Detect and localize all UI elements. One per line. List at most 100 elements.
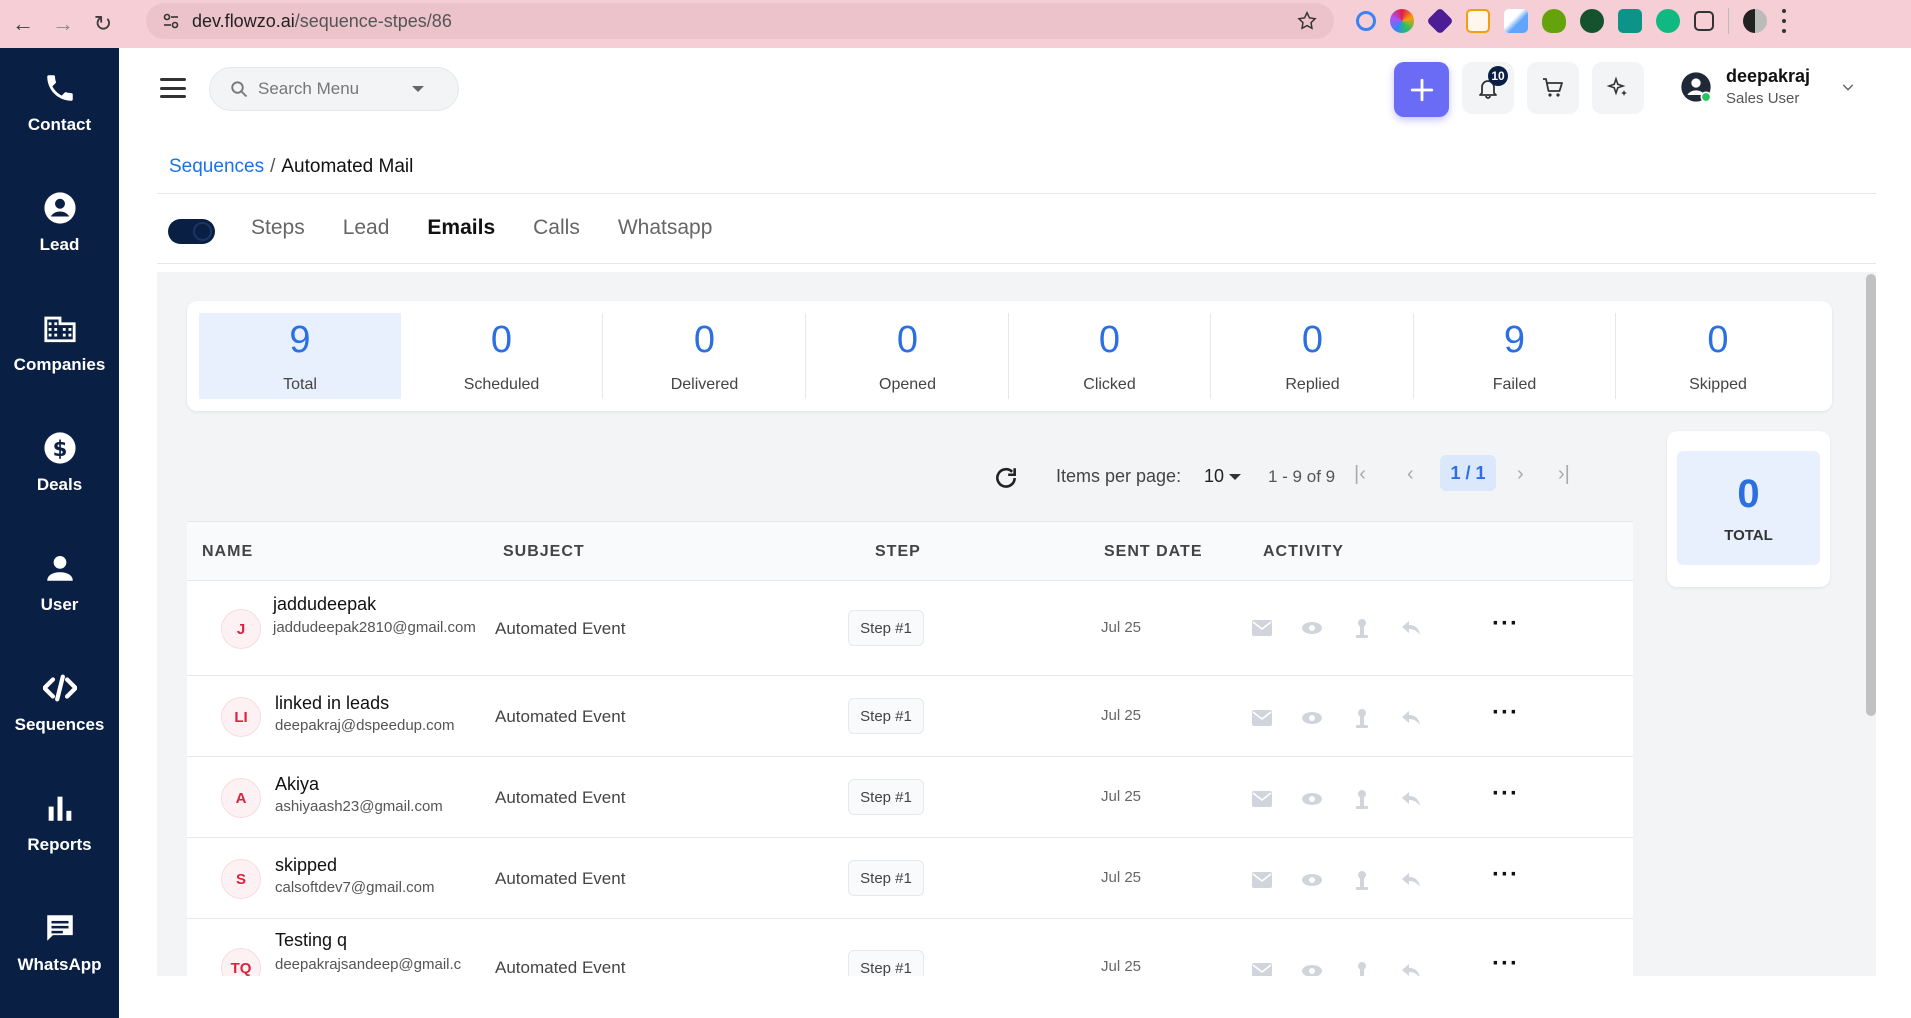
avatar: TQ — [221, 948, 261, 976]
user-menu[interactable]: deepakraj Sales User — [1680, 66, 1856, 107]
menu-toggle-icon[interactable] — [160, 78, 186, 98]
click-icon — [1351, 788, 1373, 810]
breadcrumb-sequences-link[interactable]: Sequences — [169, 156, 264, 177]
more-options-icon[interactable]: ··· — [1492, 699, 1519, 727]
sidebar-item-user[interactable]: User — [0, 528, 119, 638]
search-icon — [231, 81, 248, 98]
subject: Automated Event — [495, 869, 626, 888]
sidebar-item-sequences[interactable]: Sequences — [0, 648, 119, 758]
sidebar-item-whatsapp[interactable]: WhatsApp — [0, 888, 119, 998]
stat-value: 0 — [693, 318, 716, 361]
table-row[interactable]: S skipped calsoftdev7@gmail.com Automate… — [187, 839, 1633, 919]
contact-email: calsoftdev7@gmail.com — [275, 879, 435, 896]
search-menu[interactable] — [209, 67, 459, 111]
extension-7-icon[interactable] — [1580, 9, 1604, 33]
extension-1-icon[interactable] — [1356, 11, 1376, 31]
extension-8-icon[interactable] — [1618, 9, 1642, 33]
tab-steps[interactable]: Steps — [251, 216, 305, 240]
scrollbar[interactable] — [1866, 274, 1876, 716]
more-options-icon[interactable]: ··· — [1492, 950, 1519, 976]
prev-page-icon[interactable]: ‹ — [1407, 463, 1414, 486]
extension-9-icon[interactable] — [1656, 9, 1680, 33]
more-options-icon[interactable]: ··· — [1492, 610, 1519, 638]
next-page-icon[interactable]: › — [1517, 463, 1524, 486]
reply-icon — [1400, 960, 1422, 976]
sidebar-item-deals[interactable]: $ Deals — [0, 408, 119, 518]
tab-whatsapp[interactable]: Whatsapp — [618, 216, 713, 240]
bookmark-star-icon[interactable] — [1296, 10, 1318, 37]
tab-calls[interactable]: Calls — [533, 216, 580, 240]
stat-total[interactable]: 9 Total — [199, 313, 401, 399]
extension-4-icon[interactable] — [1466, 9, 1490, 33]
items-per-page-select[interactable]: 10 — [1204, 466, 1224, 487]
click-icon — [1351, 707, 1373, 729]
avatar: J — [221, 609, 261, 649]
chevron-down-icon[interactable] — [412, 86, 424, 92]
sidebar-label: Companies — [13, 355, 106, 374]
sidebar-label: WhatsApp — [17, 955, 102, 974]
sent-date: Jul 25 — [1101, 788, 1142, 805]
stat-failed[interactable]: 9 Failed — [1414, 313, 1616, 399]
sidebar-item-companies[interactable]: Companies — [0, 288, 119, 398]
stat-scheduled[interactable]: 0 Scheduled — [401, 313, 603, 399]
caret-down-icon[interactable] — [1229, 474, 1241, 480]
table-row[interactable]: TQ Testing q deepakrajsandeep@gmail.c Au… — [187, 920, 1633, 976]
tab-lead[interactable]: Lead — [343, 216, 390, 240]
eye-icon — [1301, 960, 1323, 976]
extension-6-icon[interactable] — [1542, 9, 1566, 33]
more-options-icon[interactable]: ··· — [1492, 780, 1519, 808]
table-row[interactable]: J jaddudeepak jaddudeepak2810@gmail.com … — [187, 582, 1633, 676]
last-page-icon[interactable]: ›| — [1558, 463, 1570, 486]
browser-menu-icon[interactable] — [1781, 9, 1787, 33]
eye-icon — [1301, 617, 1323, 639]
forward-icon[interactable]: → — [46, 7, 80, 41]
sidebar-item-lead[interactable]: Lead — [0, 168, 119, 278]
address-bar[interactable]: dev.flowzo.ai/sequence-stpes/86 — [146, 3, 1334, 39]
pagination-range: 1 - 9 of 9 — [1268, 467, 1336, 486]
stat-label: Failed — [1492, 375, 1537, 393]
refresh-icon[interactable] — [993, 465, 1019, 491]
table-toolbar: Items per page: 10 1 - 9 of 9 |‹ ‹ 1 / 1… — [187, 431, 1633, 521]
step-badge: Step #1 — [848, 698, 924, 734]
step-badge: Step #1 — [848, 779, 924, 815]
subject: Automated Event — [495, 619, 626, 638]
stat-delivered[interactable]: 0 Delivered — [604, 313, 806, 399]
browser-toolbar: ← → ↻ dev.flowzo.ai/sequence-stpes/86 — [0, 0, 1911, 48]
site-settings-icon[interactable] — [158, 8, 184, 34]
search-input[interactable] — [258, 79, 398, 99]
cart-button[interactable] — [1527, 62, 1579, 114]
profile-avatar-icon[interactable] — [1743, 9, 1767, 33]
stat-skipped[interactable]: 0 Skipped — [1617, 313, 1819, 399]
first-page-icon[interactable]: |‹ — [1354, 463, 1366, 486]
breadcrumb-separator: / — [270, 156, 276, 177]
sidebar-item-reports[interactable]: Reports — [0, 768, 119, 878]
ai-sparkle-button[interactable] — [1592, 62, 1644, 114]
table-row[interactable]: A Akiya ashiyaash23@gmail.com Automated … — [187, 758, 1633, 838]
stat-clicked[interactable]: 0 Clicked — [1009, 313, 1211, 399]
extension-3-icon[interactable] — [1426, 7, 1454, 35]
sequence-toggle[interactable] — [168, 219, 215, 244]
more-options-icon[interactable]: ··· — [1492, 861, 1519, 889]
stat-opened[interactable]: 0 Opened — [807, 313, 1009, 399]
table-row[interactable]: LI linked in leads deepakraj@dspeedup.co… — [187, 677, 1633, 757]
stat-replied[interactable]: 0 Replied — [1212, 313, 1414, 399]
bar-chart-icon — [48, 796, 71, 821]
extension-2-icon[interactable] — [1390, 9, 1414, 33]
tab-emails[interactable]: Emails — [427, 216, 495, 240]
add-button[interactable] — [1394, 62, 1449, 117]
extension-5-icon[interactable] — [1504, 9, 1528, 33]
chevron-down-icon[interactable] — [1840, 79, 1856, 95]
click-icon — [1351, 617, 1373, 639]
total-value: 0 — [1737, 472, 1760, 516]
url-path: /sequence-stpes/86 — [294, 10, 452, 31]
extensions-puzzle-icon[interactable] — [1694, 11, 1714, 31]
back-icon[interactable]: ← — [6, 7, 40, 41]
notifications-button[interactable]: 10 — [1462, 62, 1514, 114]
plus-icon — [1410, 78, 1433, 101]
step-badge: Step #1 — [848, 950, 924, 976]
contact-name: Testing q — [275, 930, 348, 950]
reload-icon[interactable]: ↻ — [86, 7, 120, 41]
sidebar-item-contact[interactable]: Contact — [0, 48, 119, 158]
person-icon — [46, 555, 73, 581]
sidebar-label: Lead — [39, 235, 80, 254]
